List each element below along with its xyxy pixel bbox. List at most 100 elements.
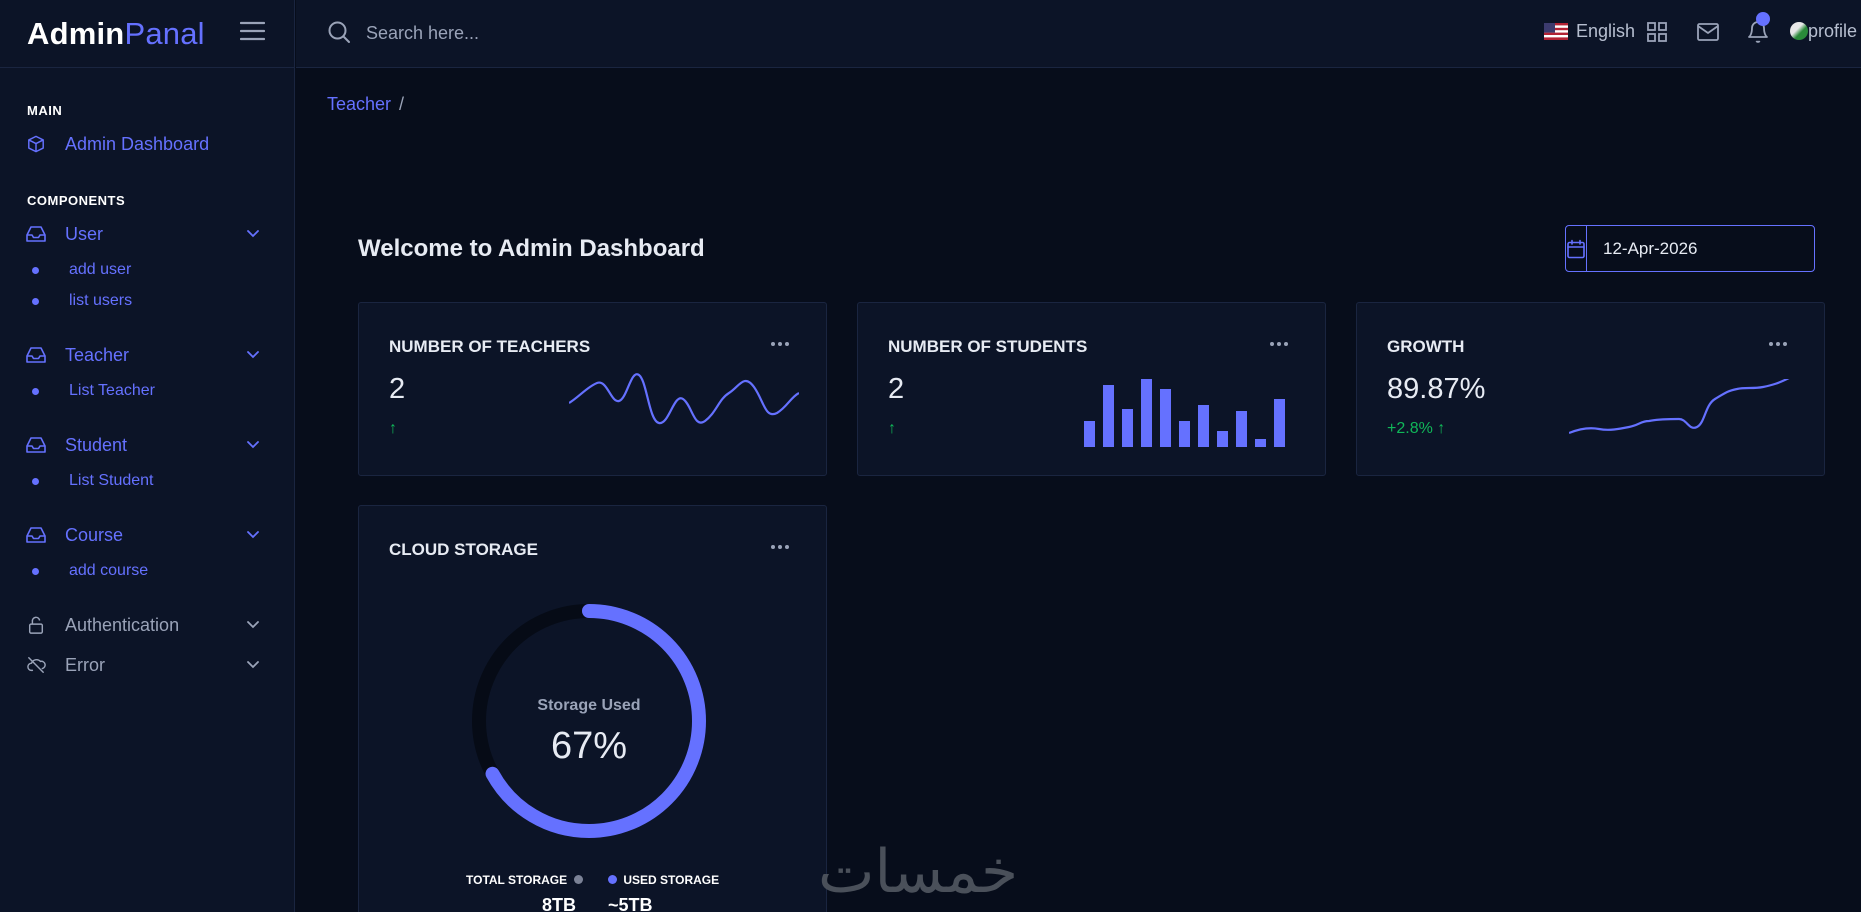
search-icon[interactable] bbox=[327, 20, 351, 44]
card-title: GROWTH bbox=[1387, 337, 1465, 356]
card-title: NUMBER OF TEACHERS bbox=[389, 337, 591, 356]
breadcrumb-item-teacher[interactable]: Teacher bbox=[327, 94, 391, 114]
sidebar-item-dashboard[interactable]: Admin Dashboard bbox=[0, 128, 295, 160]
spark-bar bbox=[1236, 411, 1247, 447]
storage-radial-chart: Storage Used 67% bbox=[469, 601, 709, 841]
section-title-components: COMPONENTS bbox=[27, 193, 126, 208]
brand-name-part1: Admin bbox=[27, 15, 125, 51]
sidebar-item-student[interactable]: Student bbox=[0, 429, 295, 461]
card-teachers: NUMBER OF TEACHERS 2 ↑ bbox=[358, 302, 827, 476]
sidebar-subitem-label: add user bbox=[69, 261, 132, 278]
watermark-logo: خمسات bbox=[818, 837, 1020, 907]
sidebar-item-label: Authentication bbox=[65, 614, 180, 635]
chevron-down-icon bbox=[247, 351, 259, 359]
sidebar-subitem-label: list users bbox=[69, 292, 133, 309]
calendar-icon bbox=[1567, 239, 1585, 258]
sidebar-subitem-add-user[interactable]: add user bbox=[0, 257, 295, 283]
notification-badge bbox=[1756, 12, 1770, 26]
box-icon bbox=[28, 135, 44, 153]
spark-bar bbox=[1160, 389, 1171, 447]
sidebar-item-label: Teacher bbox=[65, 344, 130, 365]
used-storage-value: ~5TB bbox=[608, 895, 653, 912]
unlock-icon bbox=[28, 616, 44, 634]
card-value: 2 bbox=[888, 373, 905, 405]
avatar bbox=[1790, 22, 1808, 40]
sidebar-subitem-label: List Teacher bbox=[69, 382, 155, 399]
sidebar-item-authentication[interactable]: Authentication bbox=[0, 609, 295, 641]
date-picker[interactable] bbox=[1565, 225, 1824, 272]
sidebar-subitem-list-student[interactable]: List Student bbox=[0, 468, 295, 494]
radial-center-value: 67% bbox=[550, 725, 628, 767]
page-title: Welcome to Admin Dashboard bbox=[358, 235, 705, 262]
chevron-down-icon bbox=[247, 621, 259, 629]
sidebar-item-teacher[interactable]: Teacher bbox=[0, 339, 295, 371]
spark-bar bbox=[1217, 431, 1228, 447]
spark-bar bbox=[1084, 421, 1095, 447]
legend-used-storage: USED STORAGE bbox=[608, 873, 719, 887]
breadcrumb: Teacher / bbox=[327, 94, 404, 115]
bullet-icon bbox=[32, 388, 39, 395]
growth-sparkline bbox=[1569, 379, 1790, 435]
card-delta: ↑ bbox=[389, 420, 397, 437]
profile-label: profile bbox=[1808, 21, 1858, 41]
sidebar-subitem-list-users[interactable]: list users bbox=[0, 288, 295, 314]
bullet-icon bbox=[32, 298, 39, 305]
sidebar-item-label: Course bbox=[65, 524, 124, 545]
spark-bar bbox=[1122, 409, 1133, 447]
sidebar-item-error[interactable]: Error bbox=[0, 649, 295, 681]
sidebar-subitem-label: add course bbox=[69, 562, 149, 579]
sidebar-item-label: User bbox=[65, 223, 104, 244]
card-growth: GROWTH 89.87% +2.8% ↑ bbox=[1356, 302, 1825, 476]
sidebar-item-user[interactable]: User bbox=[0, 218, 295, 250]
inbox-icon bbox=[26, 347, 46, 363]
card-value: 89.87% bbox=[1387, 373, 1486, 405]
chevron-down-icon bbox=[247, 661, 259, 669]
chevron-down-icon bbox=[247, 441, 259, 449]
teachers-sparkline bbox=[569, 373, 799, 425]
spark-bar bbox=[1255, 439, 1266, 447]
spark-bar bbox=[1274, 399, 1285, 447]
date-input[interactable] bbox=[1587, 226, 1824, 271]
card-delta: ↑ bbox=[888, 420, 896, 437]
bullet-icon bbox=[32, 568, 39, 575]
hamburger-icon[interactable] bbox=[240, 20, 265, 42]
sidebar-subitem-add-course[interactable]: add course bbox=[0, 558, 295, 584]
search-input[interactable] bbox=[366, 18, 866, 48]
sidebar-subitem-list-teacher[interactable]: List Teacher bbox=[0, 378, 295, 404]
language-selector[interactable]: English bbox=[1576, 21, 1635, 42]
profile-menu[interactable]: profile bbox=[1790, 21, 1861, 42]
section-title-main: MAIN bbox=[27, 103, 63, 118]
legend-marker-icon bbox=[608, 875, 617, 884]
radial-center-label: Storage Used bbox=[537, 697, 641, 714]
spark-bar bbox=[1198, 405, 1209, 447]
legend-label: TOTAL STORAGE bbox=[466, 873, 568, 887]
spark-bar bbox=[1179, 421, 1190, 447]
legend-total-storage: TOTAL STORAGE bbox=[466, 873, 584, 887]
inbox-icon bbox=[26, 437, 46, 453]
more-options-icon[interactable] bbox=[770, 341, 790, 347]
total-storage-value: 8TB bbox=[542, 895, 577, 912]
card-value: 2 bbox=[389, 373, 406, 405]
us-flag-icon[interactable] bbox=[1544, 23, 1568, 40]
more-options-icon[interactable] bbox=[770, 544, 790, 550]
sidebar-item-course[interactable]: Course bbox=[0, 519, 295, 551]
cloud-off-icon bbox=[27, 657, 46, 673]
sidebar-item-label: Error bbox=[65, 654, 105, 675]
top-navbar: English profile bbox=[296, 0, 1861, 68]
card-cloud-storage: CLOUD STORAGE Storage Used 67% TOTAL STO… bbox=[358, 505, 827, 912]
legend-label: USED STORAGE bbox=[623, 873, 720, 887]
card-delta: +2.8% ↑ bbox=[1387, 420, 1446, 437]
chevron-down-icon bbox=[247, 230, 259, 238]
legend-marker-icon bbox=[574, 875, 584, 884]
more-options-icon[interactable] bbox=[1269, 341, 1289, 347]
more-options-icon[interactable] bbox=[1768, 341, 1788, 347]
bullet-icon bbox=[32, 267, 39, 274]
brand-name-part2: Panal bbox=[124, 15, 205, 51]
grid-icon[interactable] bbox=[1645, 20, 1669, 44]
calendar-icon-wrap[interactable] bbox=[1566, 226, 1587, 271]
chevron-down-icon bbox=[247, 531, 259, 539]
spark-bar bbox=[1103, 385, 1114, 447]
card-title: NUMBER OF STUDENTS bbox=[888, 337, 1088, 356]
breadcrumb-separator: / bbox=[399, 94, 405, 114]
mail-icon[interactable] bbox=[1696, 20, 1720, 44]
